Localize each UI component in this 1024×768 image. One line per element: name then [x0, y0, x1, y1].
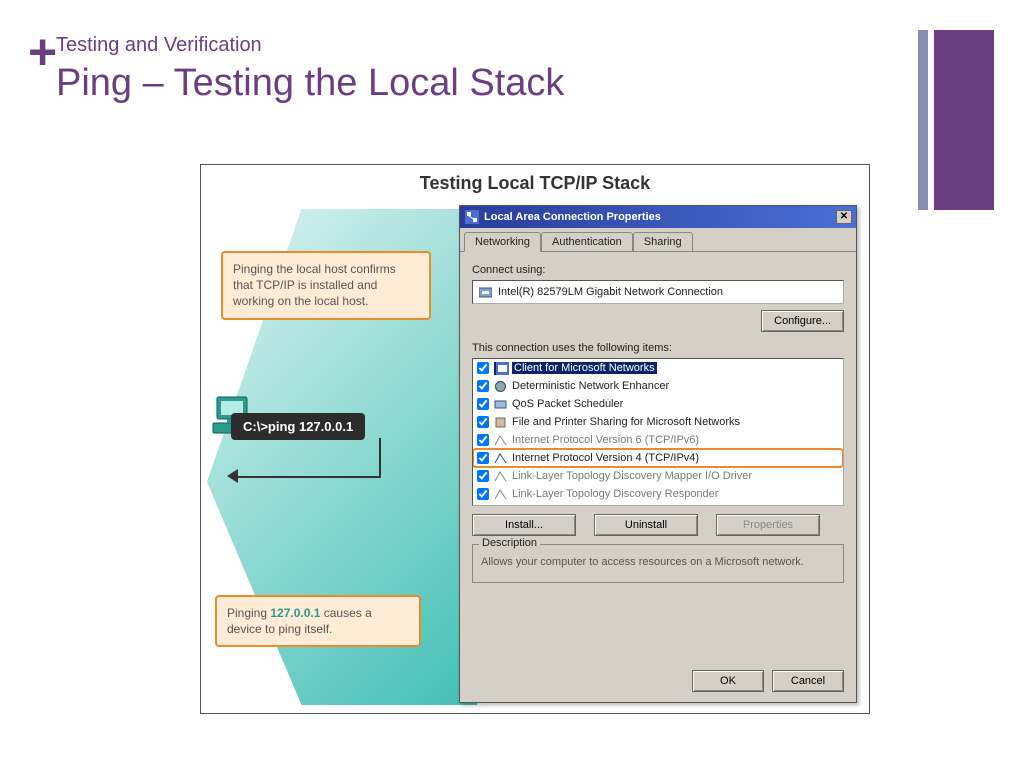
properties-button[interactable]: Properties	[716, 514, 820, 536]
list-item-ipv4-highlighted[interactable]: Internet Protocol Version 4 (TCP/IPv4)	[473, 449, 843, 467]
adapter-field: Intel(R) 82579LM Gigabit Network Connect…	[472, 280, 844, 304]
item-checkbox[interactable]	[477, 470, 489, 482]
figure-title: Testing Local TCP/IP Stack	[201, 165, 869, 198]
cancel-button[interactable]: Cancel	[772, 670, 844, 692]
dialog-tabs: Networking Authentication Sharing	[460, 228, 856, 252]
item-label: Link-Layer Topology Discovery Responder	[512, 488, 718, 500]
install-button[interactable]: Install...	[472, 514, 576, 536]
protocol-icon	[494, 452, 507, 465]
list-item[interactable]: Internet Protocol Version 6 (TCP/IPv6)	[473, 431, 843, 449]
item-checkbox[interactable]	[477, 380, 489, 392]
list-item[interactable]: Deterministic Network Enhancer	[473, 377, 843, 395]
configure-button[interactable]: Configure...	[761, 310, 844, 332]
service-icon	[494, 380, 507, 393]
network-icon	[465, 210, 479, 224]
list-item[interactable]: Link-Layer Topology Discovery Mapper I/O…	[473, 467, 843, 485]
list-item[interactable]: Client for Microsoft Networks	[473, 359, 843, 377]
service-icon	[494, 398, 507, 411]
description-text: Allows your computer to access resources…	[481, 551, 835, 570]
figure-frame: Testing Local TCP/IP Stack Pinging the l…	[200, 164, 870, 714]
dialog-titlebar[interactable]: Local Area Connection Properties ✕	[460, 206, 856, 228]
network-items-list[interactable]: Client for Microsoft Networks Determinis…	[472, 358, 844, 506]
item-checkbox[interactable]	[477, 488, 489, 500]
client-icon	[494, 362, 507, 375]
callout2-prefix: Pinging	[227, 606, 270, 620]
item-checkbox[interactable]	[477, 452, 489, 464]
tab-networking[interactable]: Networking	[464, 232, 541, 252]
item-label: QoS Packet Scheduler	[512, 398, 623, 410]
callout-ping-self: Pinging 127.0.0.1 causes a device to pin…	[215, 595, 421, 647]
service-icon	[494, 416, 507, 429]
protocol-icon	[494, 434, 507, 447]
item-checkbox[interactable]	[477, 362, 489, 374]
item-label: Internet Protocol Version 4 (TCP/IPv4)	[512, 452, 699, 464]
item-label: File and Printer Sharing for Microsoft N…	[512, 416, 740, 428]
connect-using-label: Connect using:	[472, 264, 844, 276]
description-group: Description Allows your computer to acce…	[472, 544, 844, 583]
list-item[interactable]: Link-Layer Topology Discovery Responder	[473, 485, 843, 503]
protocol-icon	[494, 488, 507, 501]
list-item[interactable]: File and Printer Sharing for Microsoft N…	[473, 413, 843, 431]
item-checkbox[interactable]	[477, 416, 489, 428]
dialog-title: Local Area Connection Properties	[484, 211, 661, 223]
item-checkbox[interactable]	[477, 398, 489, 410]
loopback-arrow-icon	[231, 438, 381, 478]
item-label: Client for Microsoft Networks	[512, 362, 657, 374]
accent-bars	[918, 30, 994, 210]
connection-properties-dialog: Local Area Connection Properties ✕ Netwo…	[459, 205, 857, 703]
items-label: This connection uses the following items…	[472, 342, 844, 354]
protocol-icon	[494, 470, 507, 483]
description-label: Description	[479, 537, 540, 549]
uninstall-button[interactable]: Uninstall	[594, 514, 698, 536]
tab-authentication[interactable]: Authentication	[541, 232, 633, 251]
item-label: Deterministic Network Enhancer	[512, 380, 669, 392]
adapter-icon	[479, 286, 492, 299]
item-label: Internet Protocol Version 6 (TCP/IPv6)	[512, 434, 699, 446]
item-checkbox[interactable]	[477, 434, 489, 446]
ping-command: C:\>ping 127.0.0.1	[231, 413, 365, 440]
slide-eyebrow: Testing and Verification	[56, 34, 262, 57]
ok-button[interactable]: OK	[692, 670, 764, 692]
item-label: Link-Layer Topology Discovery Mapper I/O…	[512, 470, 752, 482]
tab-sharing[interactable]: Sharing	[633, 232, 693, 251]
slide-title: Ping – Testing the Local Stack	[56, 62, 564, 105]
callout2-ip: 127.0.0.1	[270, 606, 320, 620]
close-icon[interactable]: ✕	[836, 210, 852, 224]
adapter-name: Intel(R) 82579LM Gigabit Network Connect…	[498, 286, 723, 298]
plus-decoration: +	[28, 40, 57, 65]
callout-tcpip-confirm: Pinging the local host confirms that TCP…	[221, 251, 431, 320]
list-item[interactable]: QoS Packet Scheduler	[473, 395, 843, 413]
